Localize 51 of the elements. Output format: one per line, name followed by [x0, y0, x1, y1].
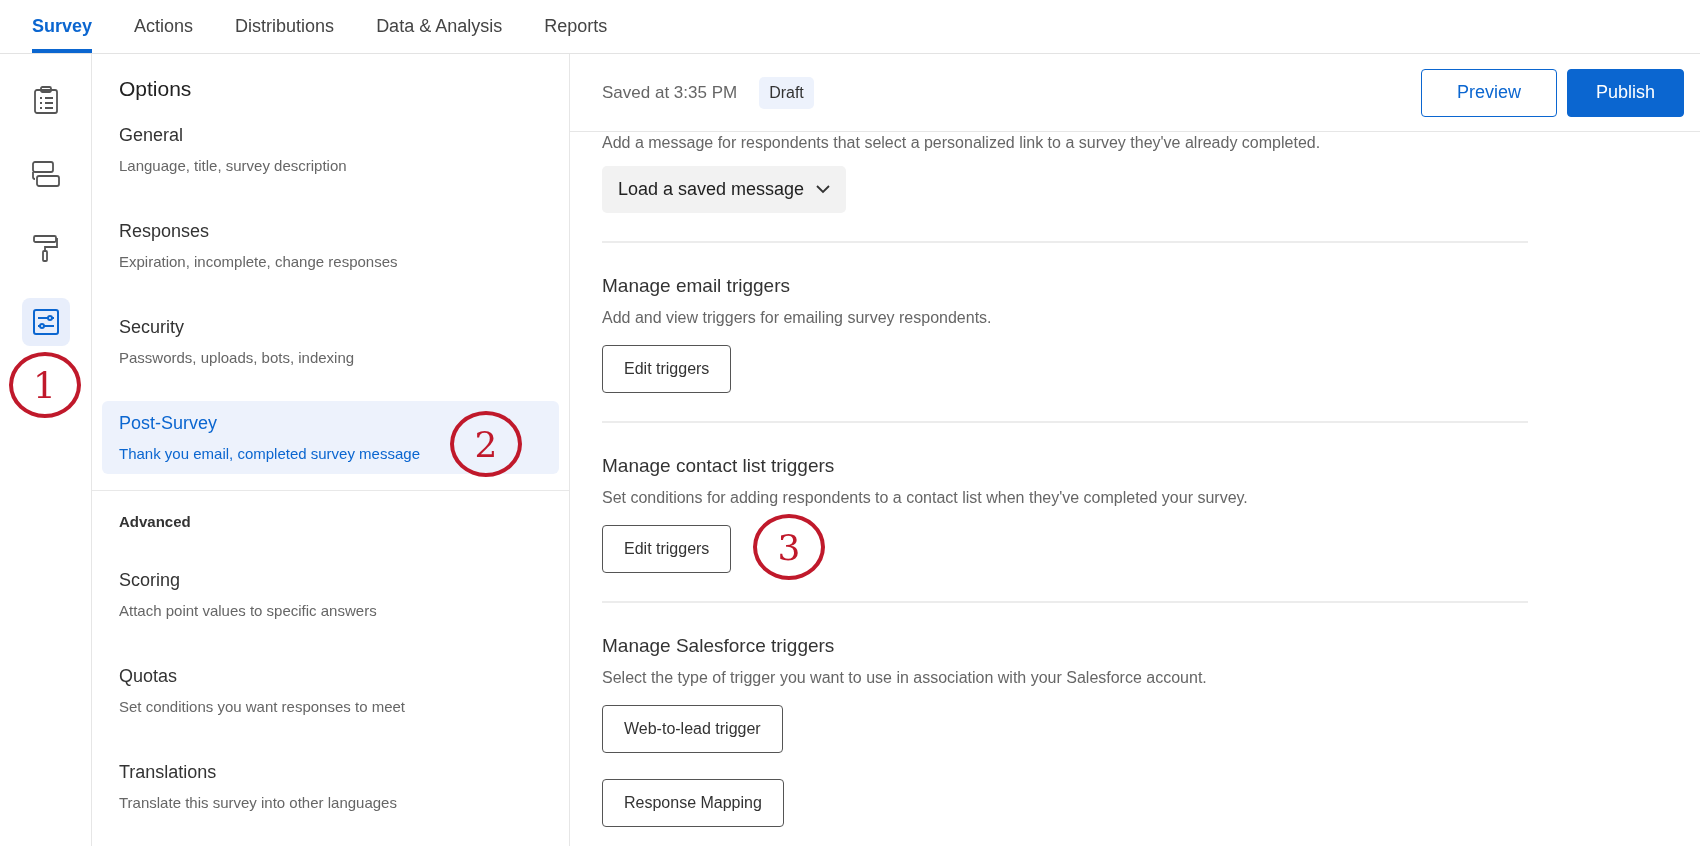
option-item[interactable]: Quotas Set conditions you want responses to meet [102, 654, 559, 727]
tab[interactable]: Actions [134, 0, 194, 53]
preview-button[interactable]: Preview [1420, 68, 1557, 117]
section-title: Manage contact list triggers [602, 455, 836, 477]
section-title: Manage email triggers [602, 275, 791, 297]
tab[interactable]: Data & Analysis [376, 0, 503, 53]
option-title: General [119, 125, 185, 146]
option-title: Scoring [119, 570, 182, 591]
option-subtitle: Attach point values to specific answers [119, 602, 378, 619]
paint-roller-icon [32, 234, 59, 262]
section-title: Manage Salesforce triggers [602, 635, 836, 657]
panel-title: Options [118, 76, 193, 101]
action-button[interactable]: Response Mapping [602, 779, 784, 827]
action-button[interactable]: Web-to-lead trigger [602, 705, 783, 753]
option-title: Security [119, 317, 186, 338]
section-description: Select the type of trigger you want to use in association with your Salesforce account. [602, 669, 1208, 687]
option-subtitle: Language, title, survey description [119, 157, 348, 174]
option-item[interactable]: Translations Translate this survey into other languages [102, 750, 559, 823]
tab[interactable]: Reports [544, 0, 608, 53]
option-title: Translations [119, 762, 218, 783]
option-title: Responses [119, 221, 211, 242]
save-status: Saved at 3:35 PM [602, 82, 738, 103]
tab[interactable]: Survey [32, 0, 93, 53]
option-item[interactable]: General Language, title, survey description [102, 113, 559, 186]
section-description: Add and view triggers for emailing survey respondents. [602, 309, 993, 327]
option-item[interactable]: Scoring Attach point values to specific answers [102, 558, 559, 631]
saved-message-dropdown[interactable]: Load a saved message [602, 166, 847, 213]
publish-button[interactable]: Publish [1566, 68, 1684, 117]
option-subtitle: Passwords, uploads, bots, indexing [119, 349, 356, 366]
annotation-circle: 1 [8, 352, 81, 418]
section-description: Set conditions for adding respondents to a contact list when they've completed your survey. [602, 489, 1249, 507]
option-item[interactable]: Security Passwords, uploads, bots, indexing [102, 305, 559, 378]
tab[interactable]: Distributions [235, 0, 335, 53]
section-heading: Advanced [118, 513, 192, 530]
blocks-icon [31, 160, 60, 188]
intro-text: Add a message for respondents that select a personalized link to a survey they've already completed. [602, 133, 1322, 153]
option-title: Post-Survey [119, 413, 219, 434]
annotation-circle: 3 [753, 514, 825, 580]
option-subtitle: Expiration, incomplete, change responses [119, 253, 399, 270]
chevron-down-icon [816, 185, 831, 194]
option-subtitle: Translate this survey into other languages [119, 794, 398, 811]
option-item[interactable]: Post-Survey Thank you email, completed survey message 2 [102, 401, 559, 474]
clipboard-icon [32, 86, 59, 114]
option-subtitle: Set conditions you want responses to meet [119, 698, 406, 715]
status-badge: Draft [759, 76, 814, 109]
option-subtitle: Thank you email, completed survey message [119, 445, 421, 462]
sliders-icon [32, 309, 59, 335]
option-item[interactable]: Responses Expiration, incomplete, change responses [102, 209, 559, 282]
option-title: Quotas [119, 666, 179, 687]
annotation-circle: 2 [450, 411, 522, 477]
action-button[interactable]: Edit triggers [602, 345, 732, 393]
